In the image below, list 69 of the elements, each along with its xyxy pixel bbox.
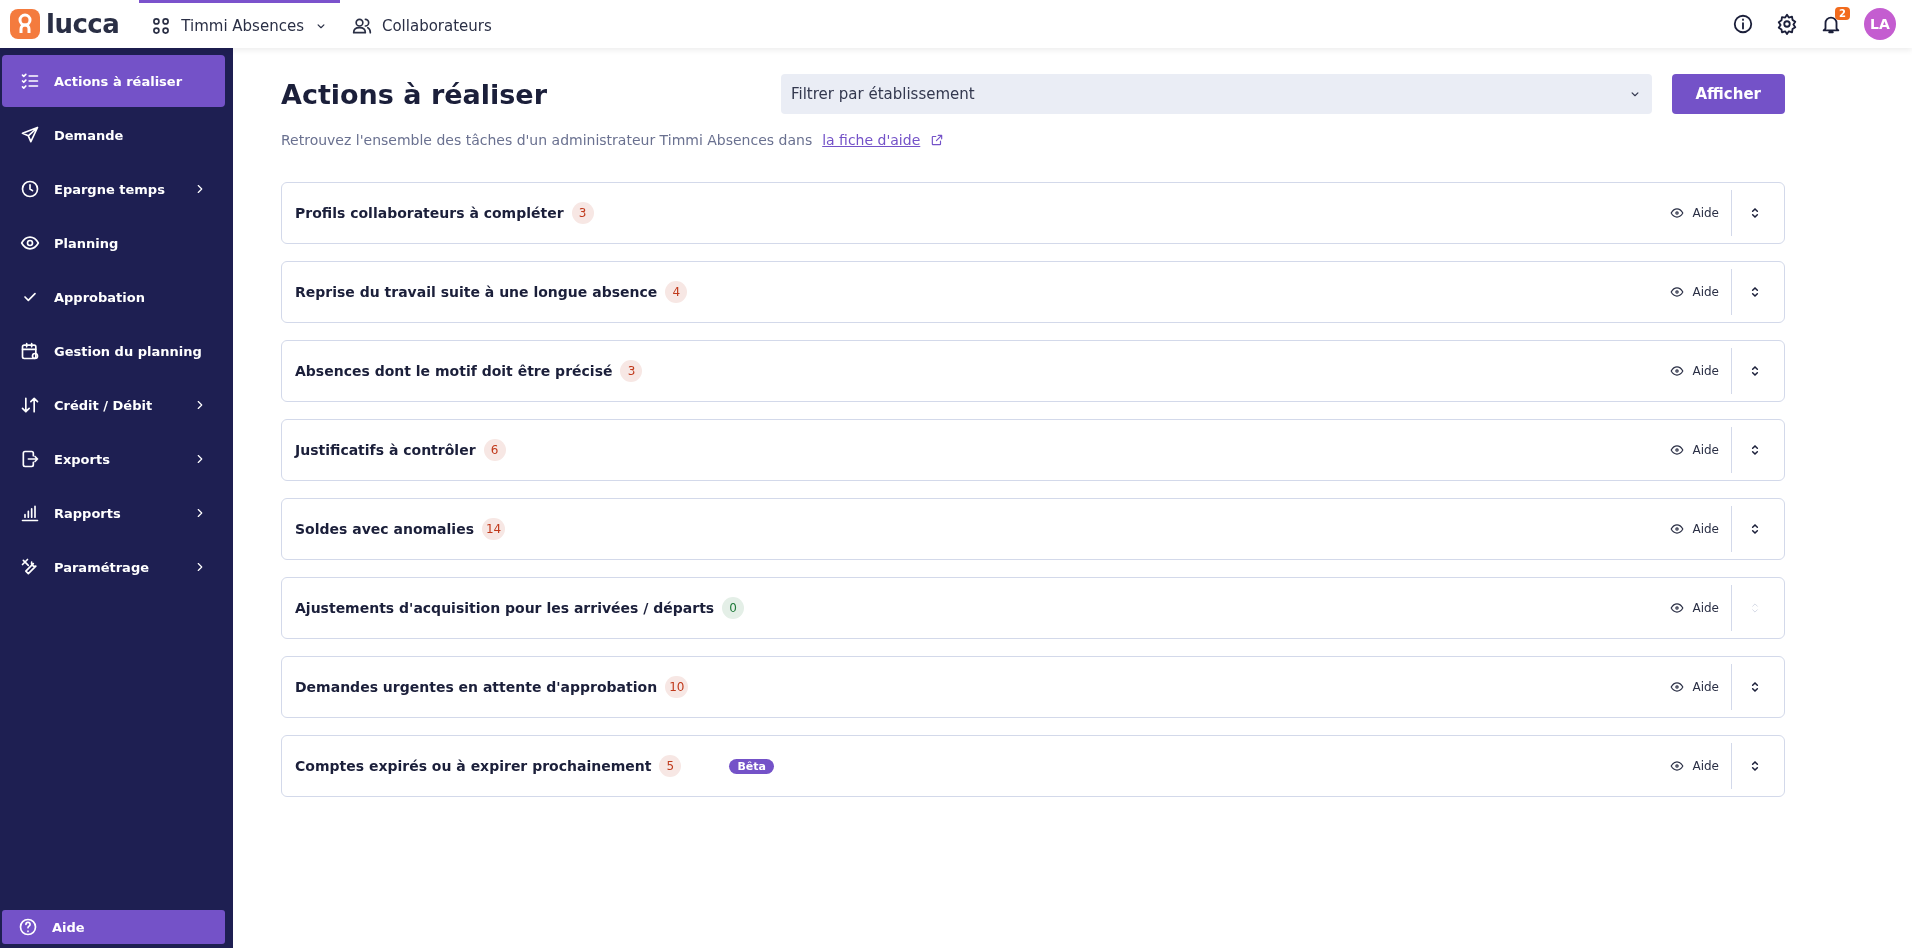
eye-icon	[1670, 206, 1685, 220]
sidebar-item[interactable]: Rapports	[2, 487, 225, 539]
task-help-button[interactable]: Aide	[1670, 190, 1732, 236]
page-title: Actions à réaliser	[281, 78, 548, 110]
external-link-icon	[930, 133, 945, 147]
logo-icon	[10, 9, 40, 39]
sidebar-item[interactable]: Actions à réaliser	[2, 55, 225, 107]
sidebar-item[interactable]: Demande	[2, 109, 225, 161]
help-button[interactable]: Aide	[2, 910, 225, 944]
eye-icon	[1670, 759, 1685, 773]
task-help-button[interactable]: Aide	[1670, 664, 1732, 710]
task-count: 0	[722, 597, 745, 619]
info-button[interactable]	[1732, 13, 1754, 35]
sidebar-item[interactable]: Gestion du planning	[2, 325, 225, 377]
task-count: 6	[483, 439, 506, 461]
task-count: 3	[620, 360, 643, 382]
eye-icon	[1670, 680, 1685, 694]
task-title: Absences dont le motif doit être précisé	[295, 363, 613, 379]
task-title: Profils collaborateurs à compléter	[295, 205, 564, 221]
logo-text: lucca	[46, 9, 120, 39]
sidebar-item[interactable]: Approbation	[2, 271, 225, 323]
filter-dropdown[interactable]: Filtrer par établissement	[781, 74, 1652, 114]
notification-count: 2	[1835, 7, 1850, 20]
send-icon	[20, 125, 40, 145]
intro-text: Retrouvez l'ensemble des tâches d'un administrateur Timmi Absences dans	[281, 132, 813, 148]
user-avatar[interactable]: LA	[1864, 8, 1896, 40]
show-button[interactable]: Afficher	[1671, 74, 1785, 114]
eye-icon	[20, 233, 40, 253]
sidebar-item[interactable]: Exports	[2, 433, 225, 485]
task-count: 3	[571, 202, 594, 224]
nav-tab[interactable]: Collaborateurs	[339, 0, 504, 48]
task-count: 5	[659, 755, 682, 777]
settings-button[interactable]	[1776, 13, 1798, 35]
task-title: Reprise du travail suite à une longue absence	[295, 284, 658, 300]
clock-icon	[20, 179, 40, 199]
eye-icon	[1670, 522, 1685, 536]
eye-icon	[1670, 285, 1685, 299]
up-down-arrows-icon	[20, 395, 40, 415]
bar-chart-icon	[20, 503, 40, 523]
task-help-button[interactable]: Aide	[1670, 506, 1732, 552]
sidebar-item[interactable]: Planning	[2, 217, 225, 269]
sidebar-item[interactable]: Epargne temps	[2, 163, 225, 215]
calendar-settings-icon	[20, 341, 40, 361]
info-icon	[1732, 13, 1754, 35]
task-help-button[interactable]: Aide	[1670, 348, 1732, 394]
eye-icon	[1670, 364, 1685, 378]
checklist-icon	[20, 71, 40, 91]
task-help-button[interactable]: Aide	[1670, 269, 1732, 315]
tools-icon	[20, 557, 40, 577]
task-title: Soldes avec anomalies	[295, 521, 474, 537]
eye-icon	[1670, 601, 1685, 615]
task-title: Demandes urgentes en attente d'approbation	[295, 679, 658, 695]
eye-icon	[1670, 443, 1685, 457]
beta-tag: Bêta	[729, 758, 774, 774]
task-count: 14	[481, 518, 506, 540]
sidebar-item[interactable]: Crédit / Débit	[2, 379, 225, 431]
task-count: 4	[665, 281, 688, 303]
task-title: Justificatifs à contrôler	[295, 442, 476, 458]
export-icon	[20, 449, 40, 469]
task-help-button[interactable]: Aide	[1670, 427, 1732, 473]
task-help-button[interactable]: Aide	[1670, 743, 1732, 789]
grid-icon	[151, 15, 172, 36]
task-title: Ajustements d'acquisition pour les arrivées / départs	[295, 600, 715, 616]
help-icon	[18, 917, 38, 937]
help-sheet-link[interactable]: la fiche d'aide	[822, 132, 921, 148]
sidebar-item[interactable]: Paramétrage	[2, 541, 225, 593]
settings-icon	[1776, 13, 1798, 35]
task-title: Comptes expirés ou à expirer prochainement	[295, 758, 652, 774]
task-count: 10	[665, 676, 689, 698]
